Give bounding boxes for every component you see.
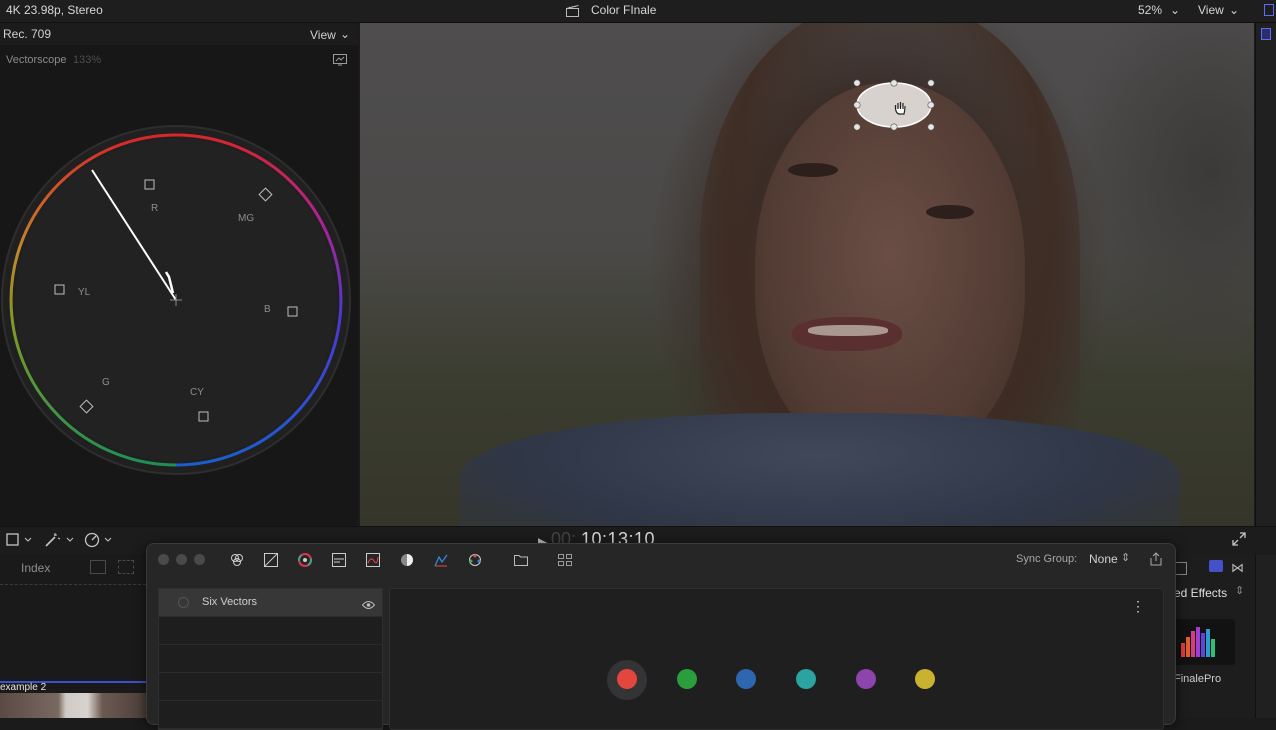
effects-browser-title: ed Effects — [1174, 586, 1228, 600]
effects-browser: ed Effects ⇕ ⋈ FinalePro — [1165, 554, 1255, 718]
grid-icon[interactable] — [557, 552, 573, 568]
vectorscope-graph — [1, 125, 351, 475]
layer-name: Six Vectors — [202, 596, 258, 608]
scopes-tool-icon[interactable] — [433, 552, 449, 568]
fullscreen-icon[interactable] — [1232, 532, 1246, 551]
checkbox-icon[interactable] — [1261, 28, 1271, 40]
effects-browser-icon[interactable] — [1209, 560, 1223, 572]
zoom-level[interactable]: 52% — [1138, 3, 1162, 17]
layer-toggle-icon[interactable] — [178, 597, 189, 608]
layer-row-empty — [159, 673, 382, 701]
timeline-index-panel: Index example 2 — [0, 554, 146, 718]
color-board-tool-icon[interactable] — [229, 552, 245, 568]
six-vectors-editor: ⋮ — [389, 588, 1164, 730]
chevron-down-icon[interactable]: ⌄ — [1170, 3, 1180, 17]
enhance-wand-icon[interactable] — [44, 532, 74, 553]
folder-icon[interactable] — [513, 552, 529, 568]
target-mg-label: MG — [238, 213, 255, 224]
chevron-down-icon[interactable]: ⌄ — [1229, 3, 1239, 17]
vector-green-swatch[interactable] — [677, 669, 697, 689]
layer-row-six-vectors[interactable]: Six Vectors — [159, 589, 382, 617]
effect-item-label: FinalePro — [1174, 673, 1222, 685]
luma-tool-icon[interactable] — [399, 552, 415, 568]
inspector-icon[interactable] — [1264, 4, 1274, 16]
viewer-view-menu[interactable]: View — [1198, 3, 1224, 17]
target-yl-label: YL — [78, 287, 91, 298]
project-title: Color FInale — [591, 3, 657, 17]
target-cy-label: CY — [190, 387, 204, 398]
subject-teeth — [808, 325, 888, 336]
vector-blue-swatch[interactable] — [736, 669, 756, 689]
six-vectors-tool-icon[interactable] — [467, 552, 483, 568]
sync-group-select[interactable]: None — [1089, 552, 1118, 566]
updown-chevron-icon[interactable]: ⇕ — [1235, 584, 1244, 597]
layer-row-empty — [159, 645, 382, 673]
color-standard: Rec. 709 — [3, 27, 52, 41]
scope-name: Vectorscope — [6, 54, 67, 66]
clip-thumbnail[interactable] — [0, 693, 146, 718]
scope-settings-icon[interactable] — [333, 53, 347, 71]
inspector-edge — [1255, 23, 1276, 718]
layer-row-empty — [159, 701, 382, 729]
target-r-label: R — [151, 203, 159, 214]
color-wheels-tool-icon[interactable] — [297, 552, 313, 568]
clip-label[interactable]: example 2 — [0, 682, 46, 693]
index-button[interactable]: Index — [21, 561, 50, 575]
viewer-canvas[interactable] — [360, 23, 1254, 526]
plugin-window-titlebar: Sync Group: None ⇕ — [147, 544, 1175, 577]
more-options-icon[interactable]: ⋮ — [1131, 599, 1145, 613]
subject-face — [755, 83, 1025, 463]
effect-thumbnail[interactable] — [1173, 619, 1235, 665]
subject-eye-left — [788, 163, 838, 177]
curves-tool-icon[interactable] — [263, 552, 279, 568]
vector-magenta-swatch[interactable] — [856, 669, 876, 689]
updown-chevron-icon[interactable]: ⇕ — [1121, 551, 1130, 564]
scope-header: Rec. 709 View ⌄ — [0, 23, 358, 45]
transitions-icon[interactable]: ⋈ — [1231, 560, 1244, 576]
top-bar: 4K 23.98p, Stereo Color FInale 52% ⌄ Vie… — [0, 0, 1276, 23]
layer-list: Six Vectors — [158, 588, 383, 730]
clip-appearance-icon[interactable] — [90, 560, 106, 574]
hsl-curves-tool-icon[interactable] — [365, 552, 381, 568]
plugin-window: Sync Group: None ⇕ Six Vectors ⋮ — [146, 543, 1176, 730]
window-minimize-button[interactable] — [176, 554, 187, 565]
clip-skimming-icon[interactable] — [118, 560, 134, 574]
shape-mask[interactable] — [852, 79, 936, 133]
subject-eye-right — [926, 205, 974, 219]
eye-icon[interactable] — [361, 597, 376, 615]
export-icon[interactable] — [1150, 552, 1162, 571]
sync-group-label: Sync Group: — [1016, 553, 1078, 565]
window-zoom-button[interactable] — [194, 554, 205, 565]
vector-yellow-swatch[interactable] — [915, 669, 935, 689]
layer-row-empty — [159, 617, 382, 645]
target-b-label: B — [264, 304, 271, 315]
timeline-ruler — [0, 584, 146, 586]
scope-view-menu[interactable]: View — [310, 28, 336, 42]
vector-cyan-swatch[interactable] — [796, 669, 816, 689]
clapper-icon — [566, 4, 579, 22]
vector-red-swatch[interactable] — [617, 669, 637, 689]
target-g-label: G — [102, 377, 110, 388]
project-format: 4K 23.98p, Stereo — [6, 3, 103, 17]
chevron-down-icon[interactable]: ⌄ — [340, 27, 350, 41]
levels-tool-icon[interactable] — [331, 552, 347, 568]
retime-icon[interactable] — [84, 532, 114, 553]
crop-tool-icon[interactable] — [6, 533, 32, 552]
window-close-button[interactable] — [158, 554, 169, 565]
scope-zoom: 133% — [73, 54, 102, 66]
subject-shirt — [460, 413, 1180, 526]
